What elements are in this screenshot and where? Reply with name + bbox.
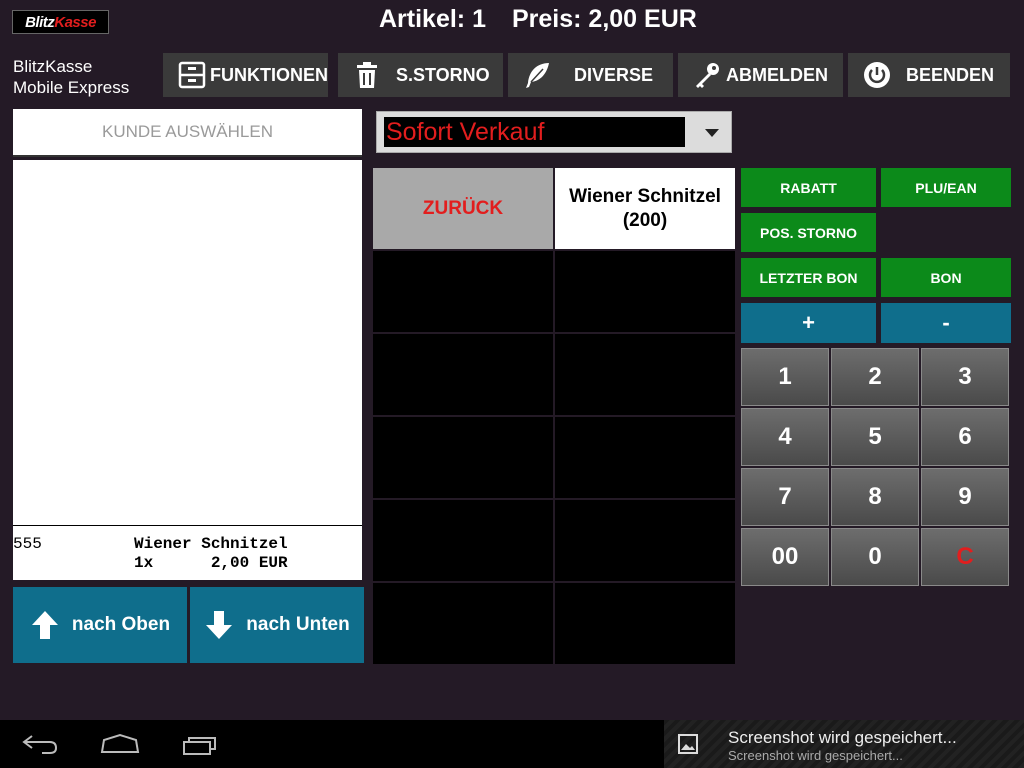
app-name-line1: BlitzKasse	[13, 57, 93, 76]
nach-oben-label: nach Oben	[71, 614, 171, 635]
key-9[interactable]: 9	[921, 468, 1009, 526]
image-icon	[678, 734, 698, 754]
plus-button[interactable]: +	[741, 303, 876, 343]
arrow-down-icon	[206, 611, 233, 639]
cabinet-icon	[177, 60, 206, 90]
product-wiener-schnitzel[interactable]: Wiener Schnitzel (200)	[555, 168, 735, 249]
minus-button[interactable]: -	[881, 303, 1011, 343]
sstorno-button[interactable]: S.STORNO	[338, 53, 503, 97]
key-5[interactable]: 5	[831, 408, 919, 466]
logo-text-b: Kasse	[54, 13, 96, 31]
sstorno-label: S.STORNO	[396, 64, 490, 85]
empty-product-slot[interactable]	[555, 417, 735, 498]
key-1[interactable]: 1	[741, 348, 829, 406]
key-00[interactable]: 00	[741, 528, 829, 586]
bon-item-qty-price: 1x 2,00 EUR	[134, 554, 288, 572]
pos-storno-button[interactable]: POS. STORNO	[741, 213, 876, 252]
empty-product-slot[interactable]	[555, 251, 735, 332]
trash-icon	[352, 60, 382, 90]
empty-product-slot[interactable]	[555, 583, 735, 664]
diverse-label: DIVERSE	[574, 64, 654, 85]
bon-item-name: Wiener Schnitzel	[134, 535, 288, 553]
key-3[interactable]: 3	[921, 348, 1009, 406]
feather-icon	[522, 60, 552, 90]
kunde-auswaehlen-button[interactable]: KUNDE AUSWÄHLEN	[13, 109, 362, 157]
bon-item-number: 555	[13, 535, 42, 553]
dropdown-arrow-icon	[705, 129, 719, 137]
nach-oben-button[interactable]: nach Oben	[13, 587, 187, 663]
dropdown-value: Sofort Verkauf	[384, 117, 685, 147]
artikel-count: Artikel: 1	[379, 5, 486, 33]
empty-product-slot[interactable]	[555, 334, 735, 415]
key-clear[interactable]: C	[921, 528, 1009, 586]
summary-info: Artikel: 1 Preis: 2,00 EUR	[379, 5, 697, 35]
key-7[interactable]: 7	[741, 468, 829, 526]
empty-product-slot[interactable]	[373, 334, 553, 415]
key-6[interactable]: 6	[921, 408, 1009, 466]
key-2[interactable]: 2	[831, 348, 919, 406]
key-0[interactable]: 0	[831, 528, 919, 586]
bon-button[interactable]: BON	[881, 258, 1011, 297]
app-name-line2: Mobile Express	[13, 78, 130, 97]
power-icon	[862, 60, 892, 90]
nach-unten-label: nach Unten	[246, 614, 350, 635]
recent-apps-icon[interactable]	[180, 732, 220, 756]
blitzkasse-logo: Blitz Kasse	[12, 10, 109, 34]
preis-total: Preis: 2,00 EUR	[511, 5, 697, 33]
bon-list[interactable]: 555 Wiener Schnitzel 1x 2,00 EUR	[13, 160, 362, 580]
empty-product-slot[interactable]	[555, 500, 735, 581]
funktionen-button[interactable]: FUNKTIONEN	[163, 53, 328, 97]
rabatt-button[interactable]: RABATT	[741, 168, 876, 207]
empty-product-slot[interactable]	[373, 500, 553, 581]
logo-text-a: Blitz	[25, 13, 55, 31]
bon-separator	[13, 525, 362, 526]
empty-product-slot[interactable]	[373, 251, 553, 332]
notification-text: Screenshot wird gespeichert...	[728, 748, 903, 763]
arrow-up-icon	[31, 611, 58, 639]
product-grid: ZURÜCK Wiener Schnitzel (200)	[373, 168, 735, 664]
screenshot-notification[interactable]: Screenshot wird gespeichert... Screensho…	[664, 720, 1024, 768]
notification-title: Screenshot wird gespeichert...	[728, 728, 957, 747]
abmelden-button[interactable]: ABMELDEN	[678, 53, 843, 97]
empty-product-slot[interactable]	[373, 417, 553, 498]
beenden-button[interactable]: BEENDEN	[848, 53, 1010, 97]
verkauf-dropdown[interactable]: Sofort Verkauf	[376, 111, 732, 153]
abmelden-label: ABMELDEN	[726, 64, 828, 85]
key-4[interactable]: 4	[741, 408, 829, 466]
back-icon[interactable]	[20, 732, 60, 756]
plu-ean-button[interactable]: PLU/EAN	[881, 168, 1011, 207]
letzter-bon-button[interactable]: LETZTER BON	[741, 258, 876, 297]
home-icon[interactable]	[100, 732, 140, 756]
key-icon	[692, 60, 722, 90]
beenden-label: BEENDEN	[906, 64, 995, 85]
nach-unten-button[interactable]: nach Unten	[190, 587, 364, 663]
numeric-keypad: 1 2 3 4 5 6 7 8 9 00 0 C	[741, 348, 1011, 588]
key-8[interactable]: 8	[831, 468, 919, 526]
funktionen-label: FUNKTIONEN	[210, 64, 328, 85]
zurueck-button[interactable]: ZURÜCK	[373, 168, 553, 249]
diverse-button[interactable]: DIVERSE	[508, 53, 673, 97]
empty-product-slot[interactable]	[373, 583, 553, 664]
app-name: BlitzKasse Mobile Express	[13, 56, 129, 98]
